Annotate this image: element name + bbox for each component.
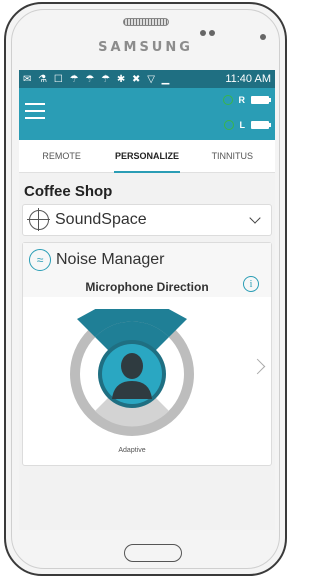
personalize-content: Coffee Shop SoundSpace ≈ Noise Manager M…	[19, 173, 275, 530]
home-button[interactable]	[124, 544, 182, 562]
tab-tinnitus[interactable]: TINNITUS	[190, 140, 275, 172]
right-ear-status[interactable]: R	[222, 95, 271, 105]
status-time: 11:40 AM	[225, 73, 271, 85]
left-ear-label: L	[239, 120, 246, 130]
noise-manager-header: ≈ Noise Manager	[23, 243, 271, 273]
left-ear-connection-icon	[223, 120, 234, 130]
chevron-down-icon	[249, 212, 261, 224]
earpiece-speaker	[123, 18, 169, 26]
right-ear-connection-icon	[222, 95, 233, 105]
left-battery-icon	[251, 121, 271, 129]
app-bar: R L	[19, 88, 275, 140]
wave-icon: ≈	[29, 249, 51, 271]
soundspace-label: SoundSpace	[55, 211, 147, 228]
dial-graphic: Adaptive	[70, 289, 194, 454]
soundspace-dropdown[interactable]: SoundSpace	[22, 204, 272, 236]
info-icon[interactable]: i	[243, 276, 259, 292]
right-ear-label: R	[238, 95, 246, 105]
noise-manager-label: Noise Manager	[56, 251, 165, 268]
front-sensor-2	[209, 30, 215, 36]
mic-direction-label: Microphone Direction	[85, 280, 209, 294]
mic-direction-dial[interactable]: Adaptive	[57, 289, 207, 459]
tab-remote[interactable]: REMOTE	[19, 140, 104, 172]
tab-bar: REMOTE PERSONALIZE TINNITUS	[19, 140, 275, 173]
noise-manager-card: ≈ Noise Manager Microphone Direction i A…	[22, 242, 272, 466]
hamburger-menu-icon[interactable]	[25, 103, 45, 119]
left-ear-status[interactable]: L	[223, 120, 271, 130]
app-screen: ✉ ⚗ ☐ ☂ ☂ ☂ ✱ ✖ ▽ ▁ 11:40 AM R L REMOTE …	[19, 70, 275, 530]
program-title: Coffee Shop	[24, 183, 113, 200]
status-bar: ✉ ⚗ ☐ ☂ ☂ ☂ ✱ ✖ ▽ ▁ 11:40 AM	[19, 70, 275, 88]
right-battery-icon	[251, 96, 271, 104]
device-brand: SAMSUNG	[98, 40, 193, 55]
phone-frame: SAMSUNG ✉ ⚗ ☐ ☂ ☂ ☂ ✱ ✖ ▽ ▁ 11:40 AM R L…	[4, 2, 287, 576]
tab-personalize[interactable]: PERSONALIZE	[104, 140, 189, 173]
crosshair-icon	[27, 208, 50, 231]
mic-direction-row: Microphone Direction i	[23, 273, 271, 297]
mic-mode-label: Adaptive	[118, 447, 145, 454]
front-sensor	[200, 30, 206, 36]
status-icons: ✉ ⚗ ☐ ☂ ☂ ☂ ✱ ✖ ▽ ▁	[23, 73, 172, 85]
chevron-right-icon[interactable]	[249, 358, 266, 375]
